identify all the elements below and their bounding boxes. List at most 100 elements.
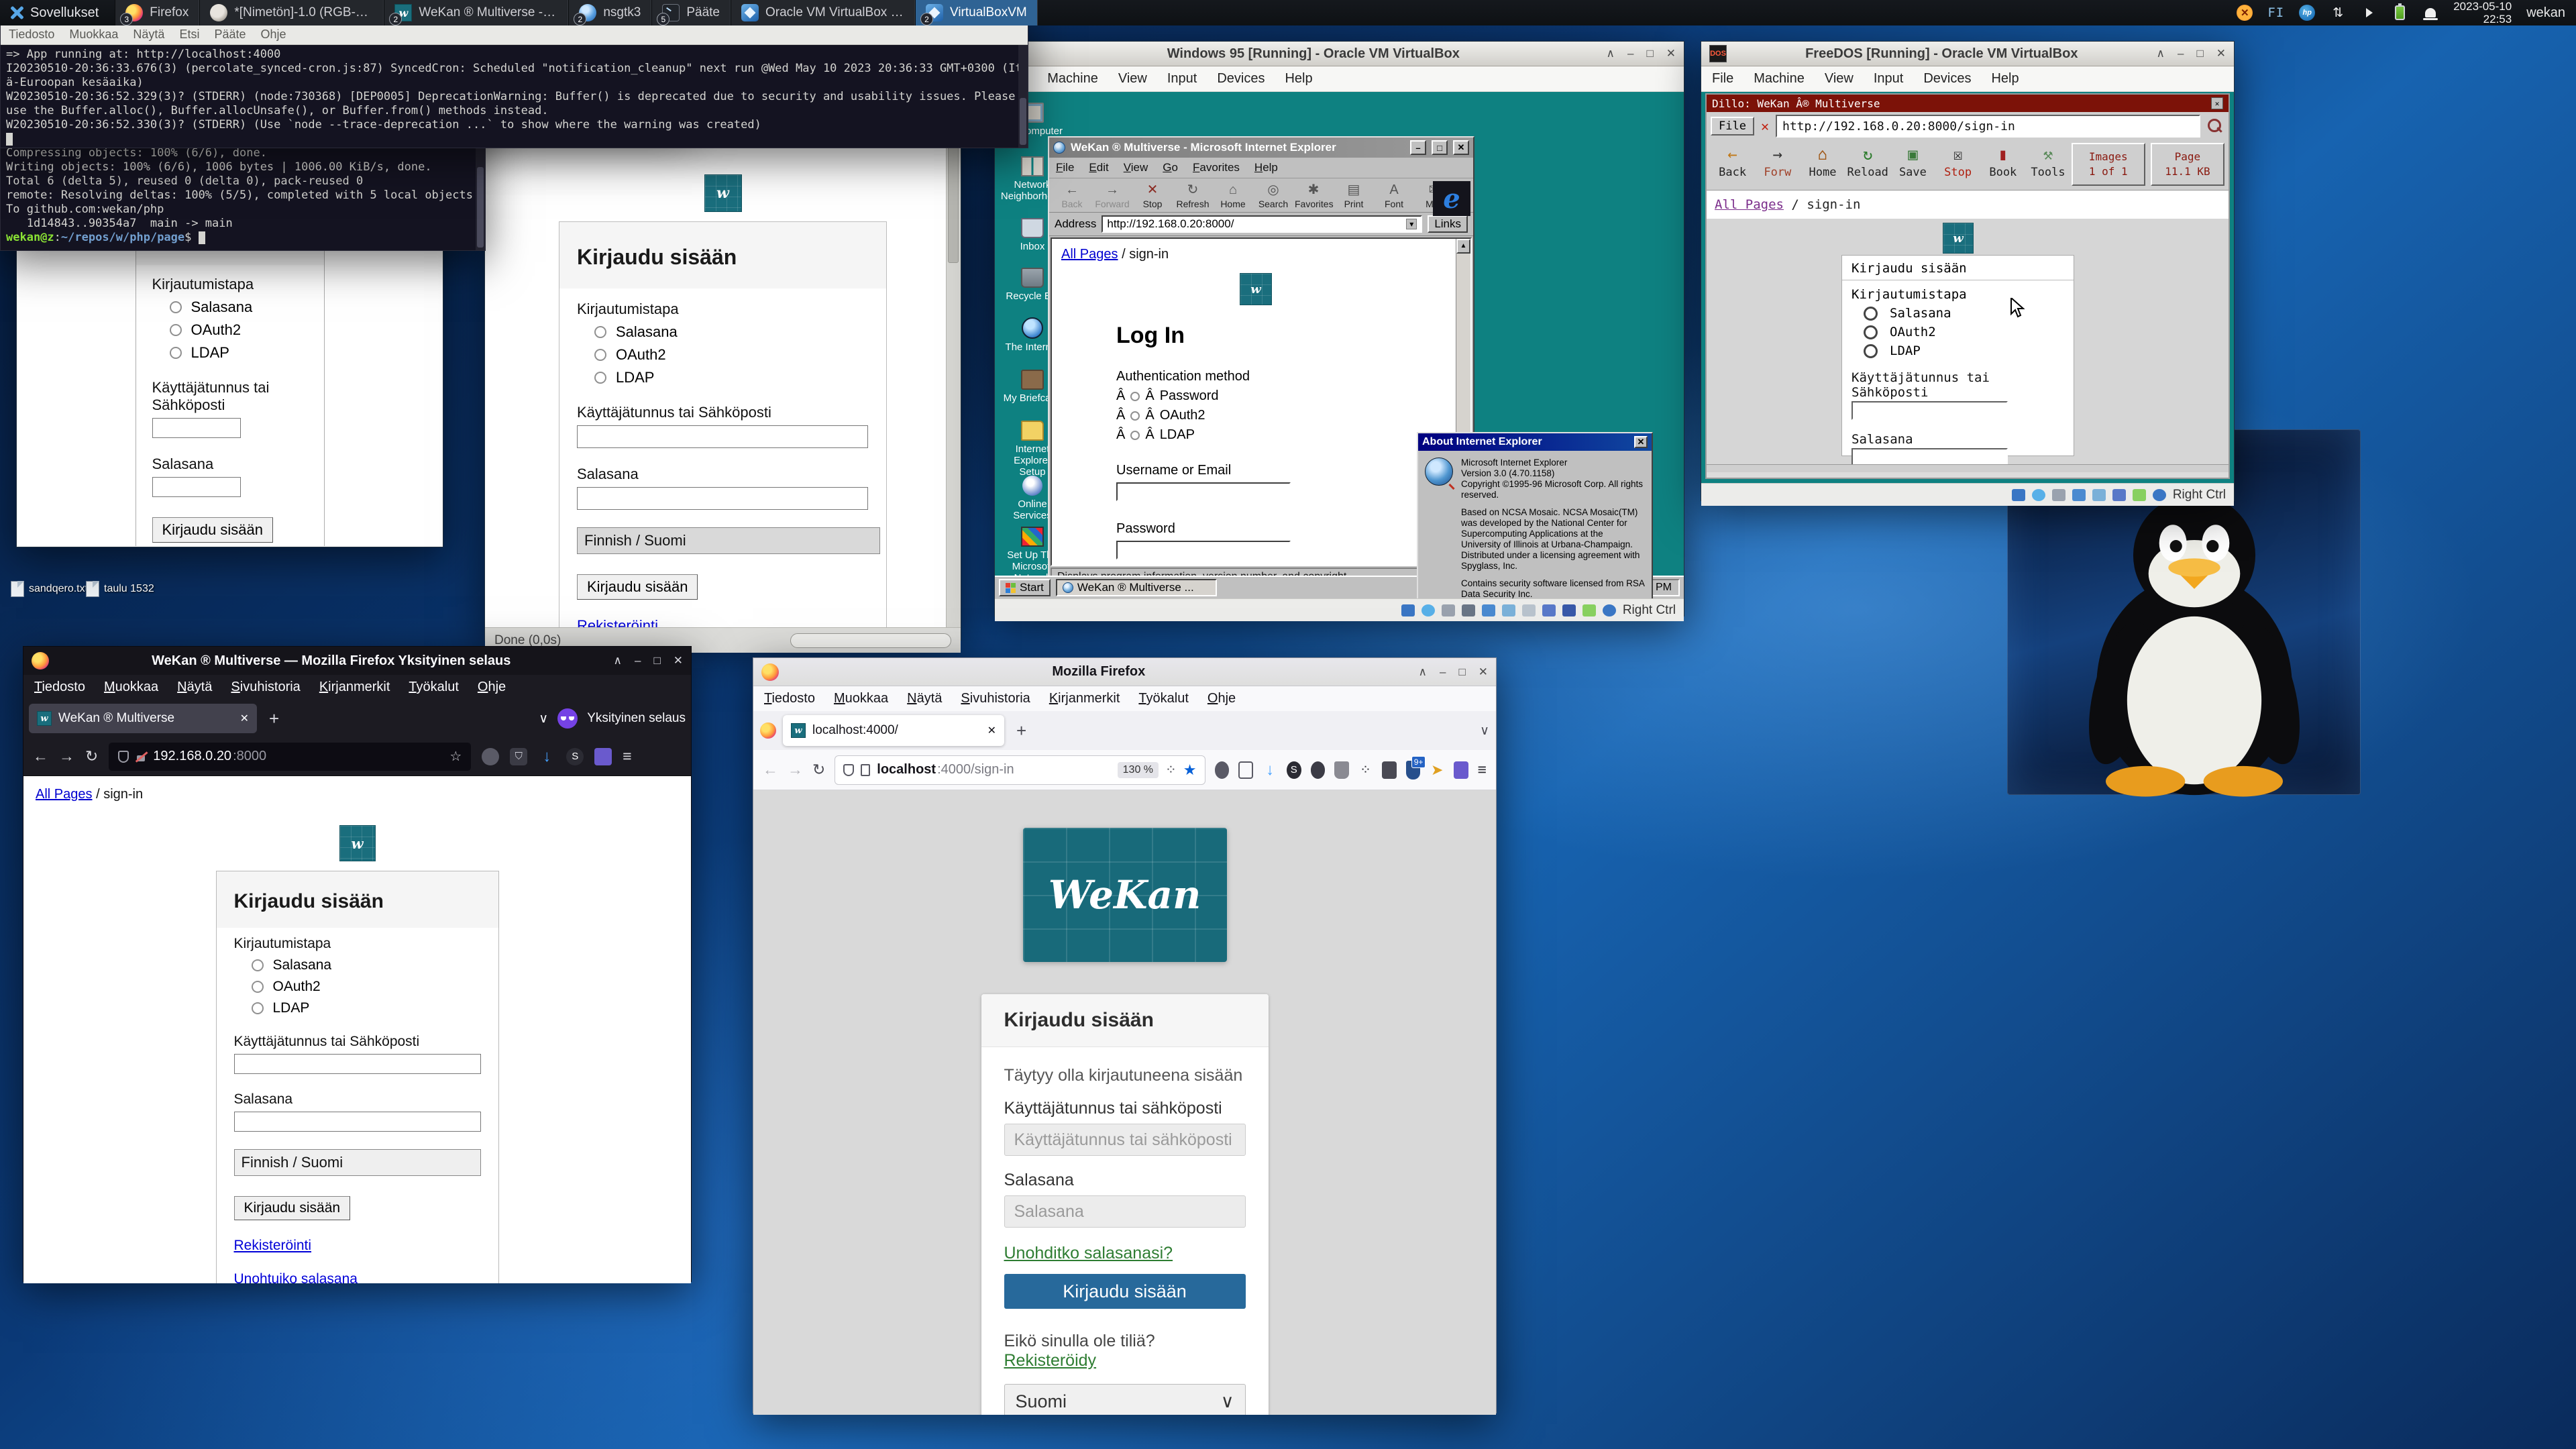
minimize-icon[interactable]: – [1440, 665, 1446, 679]
menu-item[interactable]: Muokkaa [69, 28, 118, 42]
username-input[interactable] [152, 418, 241, 438]
vm-display-icon[interactable] [2112, 489, 2126, 501]
stop-button[interactable]: ☒Stop [1936, 143, 1980, 179]
username-input[interactable] [234, 1054, 481, 1074]
shade-icon[interactable]: ∧ [1607, 47, 1615, 60]
stop-icon[interactable]: ✕ [1758, 118, 1772, 134]
stop-button[interactable]: ✕Stop [1134, 181, 1171, 209]
close-icon[interactable]: ✕ [1666, 47, 1676, 60]
menu-item[interactable]: Työkalut [409, 680, 459, 695]
bookmark-star-icon[interactable]: ☆ [449, 748, 462, 765]
vm-usb-icon[interactable] [1502, 604, 1515, 616]
menu-item[interactable]: Devices [1217, 71, 1265, 87]
radio-ldap[interactable]: LDAP [1864, 343, 2064, 358]
menu-item[interactable]: Input [1874, 71, 1903, 87]
radio-password[interactable]: ÂÂPassword [1116, 388, 1470, 404]
menu-item[interactable]: Help [1991, 71, 2019, 87]
vm-floppy-icon[interactable] [1442, 604, 1455, 616]
minimize-icon[interactable]: – [2178, 47, 2184, 60]
dillo-titlebar[interactable]: Dillo: WeKan Â® Multiverse ✕ [1707, 95, 2229, 112]
back-button[interactable]: ←Back [1711, 143, 1754, 179]
radio-icon[interactable] [1130, 431, 1140, 440]
new-tab-button[interactable]: + [1011, 720, 1032, 741]
maximize-icon[interactable]: □ [1432, 140, 1448, 155]
vm-cd-icon[interactable] [1421, 604, 1435, 616]
extension-dark-icon[interactable] [1311, 761, 1326, 779]
extension-shield-icon[interactable] [1238, 761, 1253, 779]
print-button[interactable]: ▤Print [1335, 181, 1373, 209]
radio-ldap[interactable]: LDAP [170, 344, 308, 362]
menu-item[interactable]: Machine [1047, 71, 1098, 87]
menu-item[interactable]: Input [1167, 71, 1197, 87]
task-nsgtk3[interactable]: 2 nsgtk3 [568, 0, 651, 25]
hamburger-menu-icon[interactable]: ≡ [623, 747, 631, 765]
page-info-icon[interactable] [861, 764, 870, 776]
vm-features-icon[interactable] [1582, 604, 1596, 616]
password-input[interactable] [152, 477, 241, 497]
menu-item[interactable]: Ohje [1208, 691, 1236, 706]
extension-s-icon[interactable]: S [566, 748, 584, 765]
forgot-password-link[interactable]: Unohditko salasanasi? [1004, 1244, 1173, 1263]
ie-titlebar[interactable]: WeKan ® Multiverse - Microsoft Internet … [1049, 138, 1473, 158]
tab-localhost[interactable]: w localhost:4000/ ✕ [783, 715, 1004, 746]
extension-s-icon[interactable]: S [1287, 761, 1301, 779]
vm-recording-icon[interactable] [1562, 604, 1576, 616]
radio-icon[interactable] [170, 301, 182, 313]
maximize-icon[interactable]: □ [1458, 665, 1465, 679]
radio-icon[interactable] [594, 326, 606, 338]
shade-icon[interactable]: ∧ [2157, 47, 2165, 60]
tools-button[interactable]: ⚒Tools [2026, 143, 2070, 179]
menu-item[interactable]: Työkalut [1138, 691, 1189, 706]
scrollbar[interactable] [946, 119, 961, 627]
url-bar[interactable]: 192.168.0.20 :8000 ☆ [109, 743, 471, 771]
password-input[interactable] [1116, 541, 1291, 559]
forward-icon[interactable]: → [59, 747, 74, 765]
url-bar[interactable]: localhost :4000/sign-in 130 % ⁘ ★ [835, 755, 1205, 785]
hp-device-icon[interactable]: hp [2299, 5, 2315, 21]
search-icon[interactable] [2204, 116, 2224, 136]
minimize-icon[interactable]: – [1410, 140, 1426, 155]
radio-icon[interactable] [1864, 307, 1878, 321]
language-select[interactable]: Finnish / Suomi [577, 527, 880, 554]
radio-password[interactable]: Salasana [594, 323, 869, 341]
firefox-titlebar[interactable]: WeKan ® Multiverse — Mozilla Firefox Yks… [23, 647, 691, 675]
vm-mouse-icon[interactable] [2153, 489, 2166, 501]
close-icon[interactable]: ✕ [2211, 97, 2223, 109]
radio-icon[interactable] [1864, 325, 1878, 339]
notification-status-icon[interactable]: ✕ [2237, 5, 2253, 21]
menu-item[interactable]: Näytä [177, 680, 212, 695]
menu-item[interactable]: File [1712, 71, 1733, 87]
reload-icon[interactable]: ↻ [85, 747, 98, 765]
task-wekan-ladybird[interactable]: w2 WeKan ® Multiverse - L... [384, 0, 568, 25]
username-input[interactable] [1004, 1124, 1246, 1156]
vm-hdd-icon[interactable] [1401, 604, 1415, 616]
tracking-shield-icon[interactable] [843, 764, 854, 776]
radio-icon[interactable] [170, 347, 182, 359]
links-button[interactable]: Links [1428, 215, 1468, 233]
task-terminal[interactable]: 5 Pääte [651, 0, 731, 25]
close-icon[interactable]: ✕ [674, 654, 683, 667]
reader-mode-icon[interactable]: ⁘ [1165, 761, 1177, 778]
forgot-password-link[interactable]: Unohtuiko salasana [234, 1271, 481, 1283]
all-pages-link[interactable]: All Pages [1061, 247, 1118, 262]
menu-item[interactable]: Ohje [261, 28, 286, 42]
radio-icon[interactable] [594, 349, 606, 361]
signin-button[interactable]: Kirjaudu sisään [234, 1196, 351, 1220]
favorites-button[interactable]: ✱Favorites [1295, 181, 1332, 209]
search-button[interactable]: ◎Search [1254, 181, 1292, 209]
start-button[interactable]: Start [999, 579, 1051, 596]
tab-list-chevron-icon[interactable]: ∨ [1480, 723, 1489, 739]
menu-item[interactable]: Tiedosto [34, 680, 85, 695]
all-pages-link[interactable]: All Pages [36, 787, 93, 802]
menu-item[interactable]: Tiedosto [764, 691, 815, 706]
menu-item[interactable]: Kirjanmerkit [319, 680, 390, 695]
hamburger-menu-icon[interactable]: ≡ [1478, 761, 1487, 779]
home-button[interactable]: ⌂Home [1801, 143, 1844, 179]
volume-icon[interactable] [2361, 5, 2377, 21]
scrollbar[interactable] [1018, 45, 1028, 148]
battery-icon[interactable] [2392, 5, 2408, 21]
extension-puzzle-icon[interactable] [594, 748, 612, 765]
tab-wekan[interactable]: w WeKan ® Multiverse ✕ [29, 704, 257, 733]
downloads-icon[interactable]: ↓ [538, 748, 555, 765]
new-tab-button[interactable]: + [264, 708, 284, 729]
